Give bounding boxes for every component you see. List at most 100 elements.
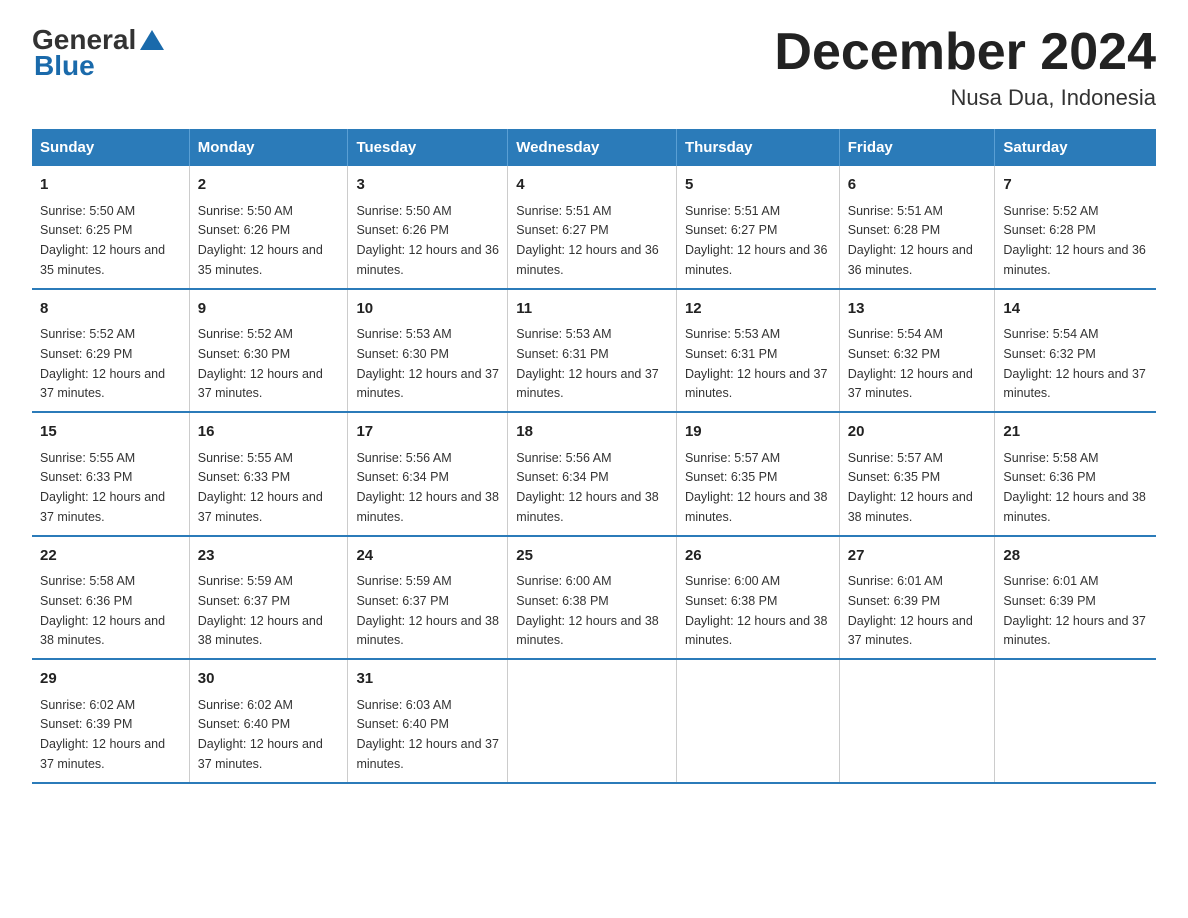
day-number: 16 (198, 421, 340, 444)
day-info: Sunrise: 5:50 AMSunset: 6:26 PMDaylight:… (198, 204, 323, 277)
calendar-cell: 12 Sunrise: 5:53 AMSunset: 6:31 PMDaylig… (676, 289, 839, 413)
day-info: Sunrise: 5:54 AMSunset: 6:32 PMDaylight:… (1003, 327, 1145, 400)
day-info: Sunrise: 5:57 AMSunset: 6:35 PMDaylight:… (848, 451, 973, 524)
day-number: 18 (516, 421, 668, 444)
calendar-cell: 11 Sunrise: 5:53 AMSunset: 6:31 PMDaylig… (508, 289, 677, 413)
day-info: Sunrise: 5:50 AMSunset: 6:26 PMDaylight:… (356, 204, 498, 277)
day-info: Sunrise: 5:53 AMSunset: 6:31 PMDaylight:… (685, 327, 827, 400)
day-number: 27 (848, 545, 987, 568)
calendar-cell: 6 Sunrise: 5:51 AMSunset: 6:28 PMDayligh… (839, 166, 995, 289)
calendar-cell: 1 Sunrise: 5:50 AMSunset: 6:25 PMDayligh… (32, 166, 189, 289)
day-info: Sunrise: 6:01 AMSunset: 6:39 PMDaylight:… (1003, 574, 1145, 647)
week-row-2: 8 Sunrise: 5:52 AMSunset: 6:29 PMDayligh… (32, 289, 1156, 413)
day-number: 30 (198, 668, 340, 691)
calendar-cell: 28 Sunrise: 6:01 AMSunset: 6:39 PMDaylig… (995, 536, 1156, 660)
calendar-cell: 31 Sunrise: 6:03 AMSunset: 6:40 PMDaylig… (348, 659, 508, 783)
page-subtitle: Nusa Dua, Indonesia (774, 85, 1156, 111)
day-number: 26 (685, 545, 831, 568)
day-info: Sunrise: 5:59 AMSunset: 6:37 PMDaylight:… (356, 574, 498, 647)
page-header: General Blue December 2024 Nusa Dua, Ind… (32, 24, 1156, 111)
day-number: 10 (356, 298, 499, 321)
calendar-cell: 3 Sunrise: 5:50 AMSunset: 6:26 PMDayligh… (348, 166, 508, 289)
day-number: 29 (40, 668, 181, 691)
title-block: December 2024 Nusa Dua, Indonesia (774, 24, 1156, 111)
day-number: 6 (848, 174, 987, 197)
day-number: 4 (516, 174, 668, 197)
day-number: 3 (356, 174, 499, 197)
week-row-3: 15 Sunrise: 5:55 AMSunset: 6:33 PMDaylig… (32, 412, 1156, 536)
calendar-cell: 24 Sunrise: 5:59 AMSunset: 6:37 PMDaylig… (348, 536, 508, 660)
day-number: 9 (198, 298, 340, 321)
day-info: Sunrise: 5:53 AMSunset: 6:30 PMDaylight:… (356, 327, 498, 400)
day-number: 22 (40, 545, 181, 568)
logo-icon (138, 26, 166, 54)
day-number: 11 (516, 298, 668, 321)
week-row-4: 22 Sunrise: 5:58 AMSunset: 6:36 PMDaylig… (32, 536, 1156, 660)
day-info: Sunrise: 6:00 AMSunset: 6:38 PMDaylight:… (685, 574, 827, 647)
day-info: Sunrise: 5:56 AMSunset: 6:34 PMDaylight:… (356, 451, 498, 524)
day-number: 1 (40, 174, 181, 197)
day-number: 25 (516, 545, 668, 568)
calendar-cell: 19 Sunrise: 5:57 AMSunset: 6:35 PMDaylig… (676, 412, 839, 536)
col-header-thursday: Thursday (676, 129, 839, 166)
day-number: 15 (40, 421, 181, 444)
col-header-tuesday: Tuesday (348, 129, 508, 166)
day-number: 24 (356, 545, 499, 568)
day-number: 8 (40, 298, 181, 321)
calendar-cell: 25 Sunrise: 6:00 AMSunset: 6:38 PMDaylig… (508, 536, 677, 660)
day-info: Sunrise: 5:56 AMSunset: 6:34 PMDaylight:… (516, 451, 658, 524)
col-header-wednesday: Wednesday (508, 129, 677, 166)
day-info: Sunrise: 5:57 AMSunset: 6:35 PMDaylight:… (685, 451, 827, 524)
day-info: Sunrise: 5:51 AMSunset: 6:27 PMDaylight:… (516, 204, 658, 277)
day-info: Sunrise: 5:51 AMSunset: 6:27 PMDaylight:… (685, 204, 827, 277)
calendar-cell: 17 Sunrise: 5:56 AMSunset: 6:34 PMDaylig… (348, 412, 508, 536)
calendar-cell: 26 Sunrise: 6:00 AMSunset: 6:38 PMDaylig… (676, 536, 839, 660)
calendar-cell: 13 Sunrise: 5:54 AMSunset: 6:32 PMDaylig… (839, 289, 995, 413)
day-info: Sunrise: 5:55 AMSunset: 6:33 PMDaylight:… (40, 451, 165, 524)
calendar-cell: 21 Sunrise: 5:58 AMSunset: 6:36 PMDaylig… (995, 412, 1156, 536)
day-info: Sunrise: 6:02 AMSunset: 6:39 PMDaylight:… (40, 698, 165, 771)
day-number: 19 (685, 421, 831, 444)
day-number: 12 (685, 298, 831, 321)
calendar-cell: 14 Sunrise: 5:54 AMSunset: 6:32 PMDaylig… (995, 289, 1156, 413)
day-number: 5 (685, 174, 831, 197)
week-row-5: 29 Sunrise: 6:02 AMSunset: 6:39 PMDaylig… (32, 659, 1156, 783)
calendar-table: SundayMondayTuesdayWednesdayThursdayFrid… (32, 129, 1156, 784)
col-header-monday: Monday (189, 129, 348, 166)
day-info: Sunrise: 5:50 AMSunset: 6:25 PMDaylight:… (40, 204, 165, 277)
calendar-cell: 29 Sunrise: 6:02 AMSunset: 6:39 PMDaylig… (32, 659, 189, 783)
day-number: 28 (1003, 545, 1148, 568)
day-info: Sunrise: 6:03 AMSunset: 6:40 PMDaylight:… (356, 698, 498, 771)
col-header-sunday: Sunday (32, 129, 189, 166)
day-number: 20 (848, 421, 987, 444)
calendar-header-row: SundayMondayTuesdayWednesdayThursdayFrid… (32, 129, 1156, 166)
col-header-friday: Friday (839, 129, 995, 166)
day-info: Sunrise: 5:55 AMSunset: 6:33 PMDaylight:… (198, 451, 323, 524)
calendar-cell (676, 659, 839, 783)
calendar-cell: 23 Sunrise: 5:59 AMSunset: 6:37 PMDaylig… (189, 536, 348, 660)
col-header-saturday: Saturday (995, 129, 1156, 166)
calendar-cell: 20 Sunrise: 5:57 AMSunset: 6:35 PMDaylig… (839, 412, 995, 536)
day-number: 31 (356, 668, 499, 691)
calendar-cell (995, 659, 1156, 783)
day-info: Sunrise: 5:51 AMSunset: 6:28 PMDaylight:… (848, 204, 973, 277)
day-number: 17 (356, 421, 499, 444)
day-info: Sunrise: 5:52 AMSunset: 6:29 PMDaylight:… (40, 327, 165, 400)
calendar-cell: 2 Sunrise: 5:50 AMSunset: 6:26 PMDayligh… (189, 166, 348, 289)
week-row-1: 1 Sunrise: 5:50 AMSunset: 6:25 PMDayligh… (32, 166, 1156, 289)
day-number: 21 (1003, 421, 1148, 444)
calendar-cell: 10 Sunrise: 5:53 AMSunset: 6:30 PMDaylig… (348, 289, 508, 413)
calendar-cell: 4 Sunrise: 5:51 AMSunset: 6:27 PMDayligh… (508, 166, 677, 289)
day-info: Sunrise: 5:54 AMSunset: 6:32 PMDaylight:… (848, 327, 973, 400)
day-info: Sunrise: 5:58 AMSunset: 6:36 PMDaylight:… (40, 574, 165, 647)
day-info: Sunrise: 6:01 AMSunset: 6:39 PMDaylight:… (848, 574, 973, 647)
day-info: Sunrise: 5:52 AMSunset: 6:30 PMDaylight:… (198, 327, 323, 400)
day-info: Sunrise: 5:59 AMSunset: 6:37 PMDaylight:… (198, 574, 323, 647)
calendar-cell: 8 Sunrise: 5:52 AMSunset: 6:29 PMDayligh… (32, 289, 189, 413)
page-title: December 2024 (774, 24, 1156, 81)
calendar-cell: 16 Sunrise: 5:55 AMSunset: 6:33 PMDaylig… (189, 412, 348, 536)
calendar-cell: 7 Sunrise: 5:52 AMSunset: 6:28 PMDayligh… (995, 166, 1156, 289)
calendar-body: 1 Sunrise: 5:50 AMSunset: 6:25 PMDayligh… (32, 166, 1156, 783)
day-number: 23 (198, 545, 340, 568)
calendar-cell: 9 Sunrise: 5:52 AMSunset: 6:30 PMDayligh… (189, 289, 348, 413)
